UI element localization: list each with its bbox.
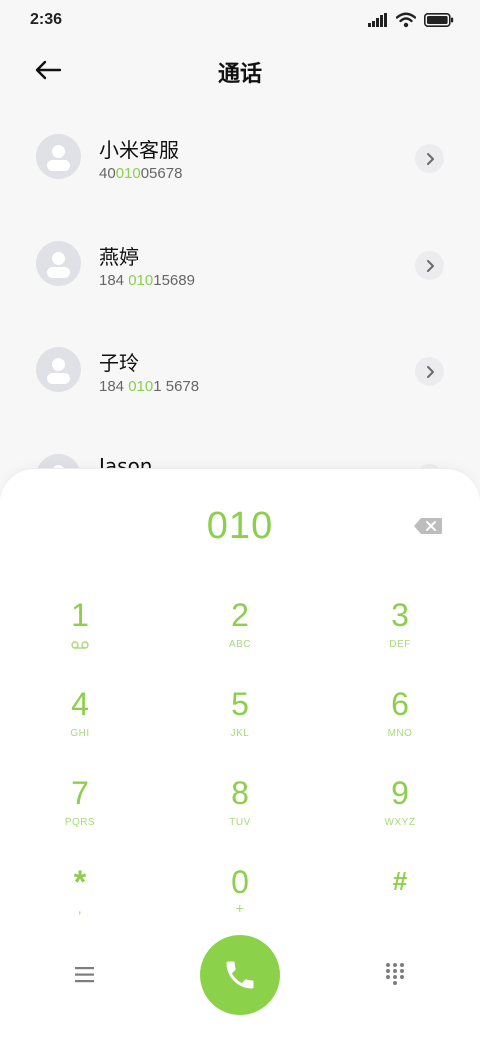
contact-name: 燕婷: [99, 245, 139, 269]
avatar: [36, 347, 81, 392]
contact-row[interactable]: 小米客服 4001005678: [0, 104, 480, 204]
avatar: [36, 241, 81, 286]
dialpad-icon: [386, 963, 404, 985]
contact-number: 184 01015689: [99, 272, 195, 289]
number-match-highlight: 010: [115, 165, 141, 182]
contact-name: 子玲: [99, 351, 139, 375]
signal-icon: [368, 13, 387, 27]
dialed-number[interactable]: 010: [0, 505, 480, 548]
key-3[interactable]: 3 DEF: [340, 597, 460, 667]
status-time: 2:36: [30, 11, 63, 28]
page-title: 通话: [217, 62, 262, 87]
contact-name: 小米客服: [99, 138, 179, 162]
key-7[interactable]: 7 PQRS: [20, 775, 140, 845]
key-9[interactable]: 9 WXYZ: [340, 775, 460, 845]
contact-row[interactable]: 子玲 184 0101 5678: [0, 317, 480, 417]
avatar: [36, 134, 81, 179]
backspace-button[interactable]: [413, 517, 443, 537]
header: 通话: [0, 42, 480, 98]
wifi-icon: [396, 12, 416, 28]
menu-button[interactable]: [70, 963, 100, 987]
contact-number: 4001005678: [99, 165, 183, 182]
bottom-action-bar: [0, 935, 480, 1015]
chevron-right-icon: [426, 152, 434, 165]
contact-number: 184 0101 5678: [99, 378, 200, 395]
status-icons: [368, 12, 454, 28]
key-2[interactable]: 2 ABC: [180, 597, 300, 667]
dialpad-toggle-button[interactable]: [380, 960, 410, 990]
key-0[interactable]: 0 +: [180, 864, 300, 934]
key-hash[interactable]: #: [340, 864, 460, 934]
key-8[interactable]: 8 TUV: [180, 775, 300, 845]
contact-detail-button[interactable]: [415, 144, 444, 173]
contact-detail-button[interactable]: [415, 357, 444, 386]
key-star[interactable]: * ,: [20, 864, 140, 934]
number-match-highlight: 010: [128, 378, 154, 395]
battery-icon: [424, 13, 454, 27]
menu-icon: [75, 967, 94, 983]
contact-detail-button[interactable]: [415, 251, 444, 280]
chevron-right-icon: [426, 259, 434, 272]
call-button[interactable]: [200, 935, 280, 1015]
backspace-icon: [414, 518, 442, 534]
key-5[interactable]: 5 JKL: [180, 686, 300, 756]
key-6[interactable]: 6 MNO: [340, 686, 460, 756]
key-4[interactable]: 4 GHI: [20, 686, 140, 756]
contact-row[interactable]: 燕婷 184 01015689: [0, 211, 480, 311]
number-match-highlight: 010: [128, 272, 154, 289]
status-bar: 2:36: [0, 0, 480, 42]
voicemail-icon: [71, 641, 89, 649]
chevron-right-icon: [426, 365, 434, 378]
key-1[interactable]: 1: [20, 597, 140, 667]
phone-icon: [226, 961, 254, 989]
